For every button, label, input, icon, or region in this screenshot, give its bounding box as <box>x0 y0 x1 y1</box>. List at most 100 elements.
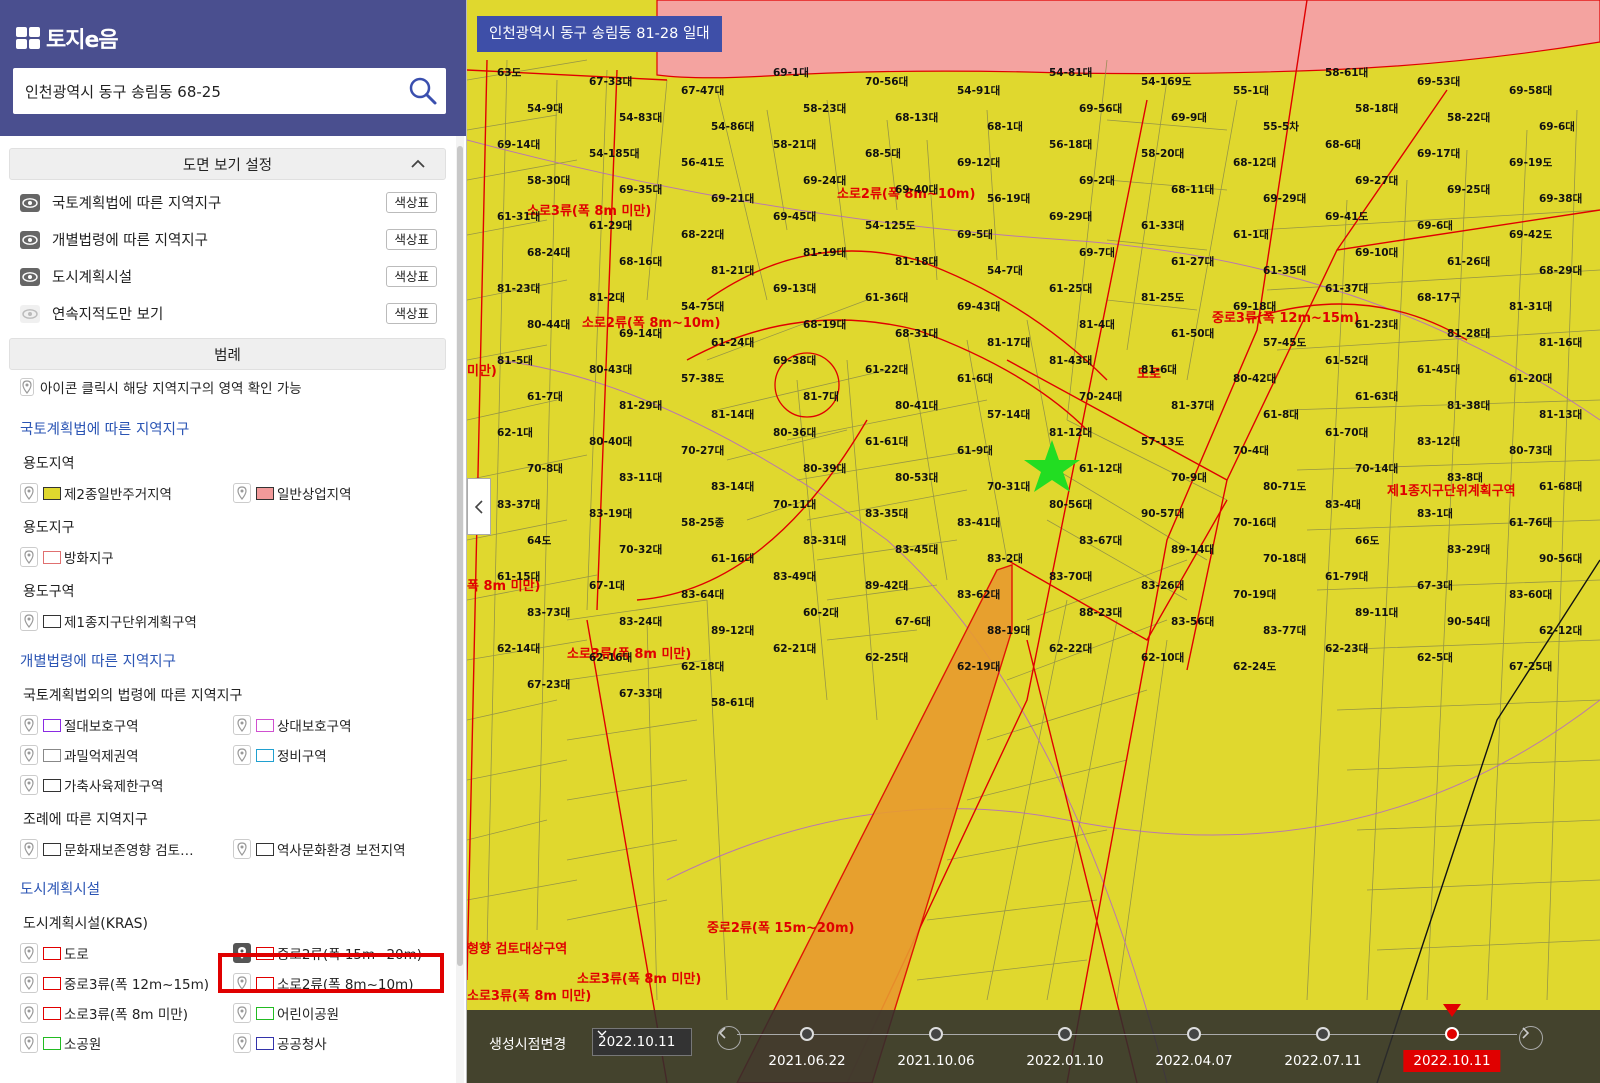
pin-active-icon[interactable] <box>233 943 251 963</box>
parcel-label: 61-20대 <box>1509 372 1552 385</box>
legend-item[interactable]: 역사문화환경 보전지역 <box>213 834 443 864</box>
timeline-prev-button[interactable] <box>717 1026 741 1050</box>
legend-item[interactable]: 소로2류(폭 8m~10m) <box>213 968 443 998</box>
legend-item[interactable]: 절대보호구역 <box>0 710 213 740</box>
parcel-label: 61-22대 <box>865 363 908 376</box>
timeline-date: 2022.04.07 <box>1155 1053 1233 1069</box>
eye-icon[interactable] <box>20 230 40 249</box>
search-button[interactable] <box>400 69 446 113</box>
parcel-label: 62-14대 <box>497 642 540 655</box>
parcel-label: 69-17대 <box>1417 147 1460 160</box>
timeline-tick[interactable] <box>1058 1027 1072 1041</box>
legend-item[interactable]: 방화지구 <box>0 542 213 572</box>
legend-item[interactable]: 가축사육제한구역 <box>0 770 213 800</box>
eye-off-icon[interactable] <box>20 304 40 323</box>
location-marker-icon[interactable] <box>1024 440 1080 492</box>
parcel-label: 69-27대 <box>1355 174 1398 187</box>
legend-item[interactable]: 문화재보존영향 검토… <box>0 834 213 864</box>
sidebar-scrollbar[interactable] <box>456 136 464 1083</box>
pin-icon[interactable] <box>233 483 251 503</box>
color-table-button[interactable]: 색상표 <box>386 229 437 250</box>
parcel-label: 68-16대 <box>619 255 662 268</box>
parcel-label: 69-40대 <box>895 183 938 196</box>
pin-icon[interactable] <box>233 973 251 993</box>
legend-item[interactable]: 소공원 <box>0 1028 213 1058</box>
layer-row: 연속지적도만 보기 색상표 <box>0 295 455 332</box>
legend-item[interactable]: 제1종지구단위계획구역 <box>0 606 213 636</box>
parcel-label: 67-6대 <box>895 615 931 628</box>
collapse-sidebar-button[interactable] <box>467 478 491 535</box>
parcel-label: 83-41대 <box>957 516 1000 529</box>
color-swatch <box>256 976 274 990</box>
color-swatch <box>43 1006 61 1020</box>
legend-item[interactable]: 상대보호구역 <box>213 710 443 740</box>
timeline-next-button[interactable] <box>1519 1026 1543 1050</box>
legend-item[interactable]: 정비구역 <box>213 740 443 770</box>
pin-icon[interactable] <box>233 745 251 765</box>
timeline-tick[interactable] <box>800 1027 814 1041</box>
pin-icon[interactable] <box>233 715 251 735</box>
parcel-label: 81-43대 <box>1049 354 1092 367</box>
color-table-button[interactable]: 색상표 <box>386 266 437 287</box>
timeline-tick[interactable] <box>1187 1027 1201 1041</box>
eye-icon[interactable] <box>20 267 40 286</box>
parcel-label: 57-45도 <box>1263 337 1307 349</box>
legend-item[interactable]: 도로 <box>0 938 213 968</box>
pin-icon[interactable] <box>20 483 38 503</box>
legend-item[interactable]: 어린이공원 <box>213 998 443 1028</box>
parcel-label: 81-37대 <box>1171 399 1214 412</box>
pin-icon[interactable] <box>233 839 251 859</box>
parcel-label: 80-43대 <box>589 363 632 376</box>
pin-icon[interactable] <box>20 1003 38 1023</box>
parcel-label: 80-42대 <box>1233 372 1276 385</box>
app-logo[interactable]: 토지e음 <box>16 22 119 54</box>
pin-icon[interactable] <box>20 745 38 765</box>
color-table-button[interactable]: 색상표 <box>386 192 437 213</box>
pin-icon[interactable] <box>20 547 38 567</box>
map-view[interactable]: 소로3류(폭 8m 미만) 소로2류(폭 8m~10m) 소로2류(폭 8m~10m… <box>467 0 1600 1083</box>
parcel-label: 90-54대 <box>1447 615 1490 628</box>
parcel-label: 69-2대 <box>1079 174 1115 187</box>
eye-icon[interactable] <box>20 193 40 212</box>
pin-icon[interactable] <box>20 715 38 735</box>
view-settings-header[interactable]: 도면 보기 설정 <box>9 148 446 180</box>
parcel-label: 61-61대 <box>865 435 908 448</box>
parcel-label: 61-45대 <box>1417 363 1460 376</box>
legend-item[interactable]: 과밀억제권역 <box>0 740 213 770</box>
parcel-label: 69-6대 <box>1539 120 1575 133</box>
parcel-label: 61-35대 <box>1263 264 1306 277</box>
legend-item[interactable]: 소로3류(폭 8m 미만) <box>0 998 213 1028</box>
legend-item[interactable]: 제2종일반주거지역 <box>0 478 213 508</box>
parcel-label: 60-2대 <box>803 606 839 619</box>
parcel-label: 83-37대 <box>497 498 540 511</box>
timeline-tick-active[interactable] <box>1445 1027 1459 1041</box>
pin-icon[interactable] <box>233 1033 251 1053</box>
scrollbar-thumb[interactable] <box>457 146 463 966</box>
parcel-label: 58-20대 <box>1141 147 1184 160</box>
parcel-label: 83-14대 <box>711 480 754 493</box>
parcel-label: 67-47대 <box>681 84 724 97</box>
pin-icon[interactable] <box>20 973 38 993</box>
pin-icon[interactable] <box>20 775 38 795</box>
legend-item[interactable]: 공공청사 <box>213 1028 443 1058</box>
timeline-tick[interactable] <box>1316 1027 1330 1041</box>
legend-item-active[interactable]: 중로2류(폭 15m~20m) <box>213 938 443 968</box>
pin-icon[interactable] <box>20 1033 38 1053</box>
pin-icon[interactable] <box>20 611 38 631</box>
pin-icon[interactable] <box>20 839 38 859</box>
search-input[interactable] <box>13 69 400 113</box>
legend-item[interactable]: 일반상업지역 <box>213 478 443 508</box>
pin-icon[interactable] <box>20 943 38 963</box>
color-swatch <box>43 718 61 732</box>
parcel-label: 80-44대 <box>527 318 570 331</box>
parcel-label: 54-86대 <box>711 120 754 133</box>
legend-item[interactable]: 중로3류(폭 12m~15m) <box>0 968 213 998</box>
parcel-label: 81-5대 <box>497 354 533 367</box>
color-table-button[interactable]: 색상표 <box>386 303 437 324</box>
pin-icon[interactable] <box>233 1003 251 1023</box>
parcel-label: 83-70대 <box>1049 570 1092 583</box>
parcel-label: 58-25종 <box>681 517 725 529</box>
parcel-label: 61-27대 <box>1171 255 1214 268</box>
timeline-select[interactable]: 2022.10.11 <box>592 1028 692 1056</box>
timeline-tick[interactable] <box>929 1027 943 1041</box>
